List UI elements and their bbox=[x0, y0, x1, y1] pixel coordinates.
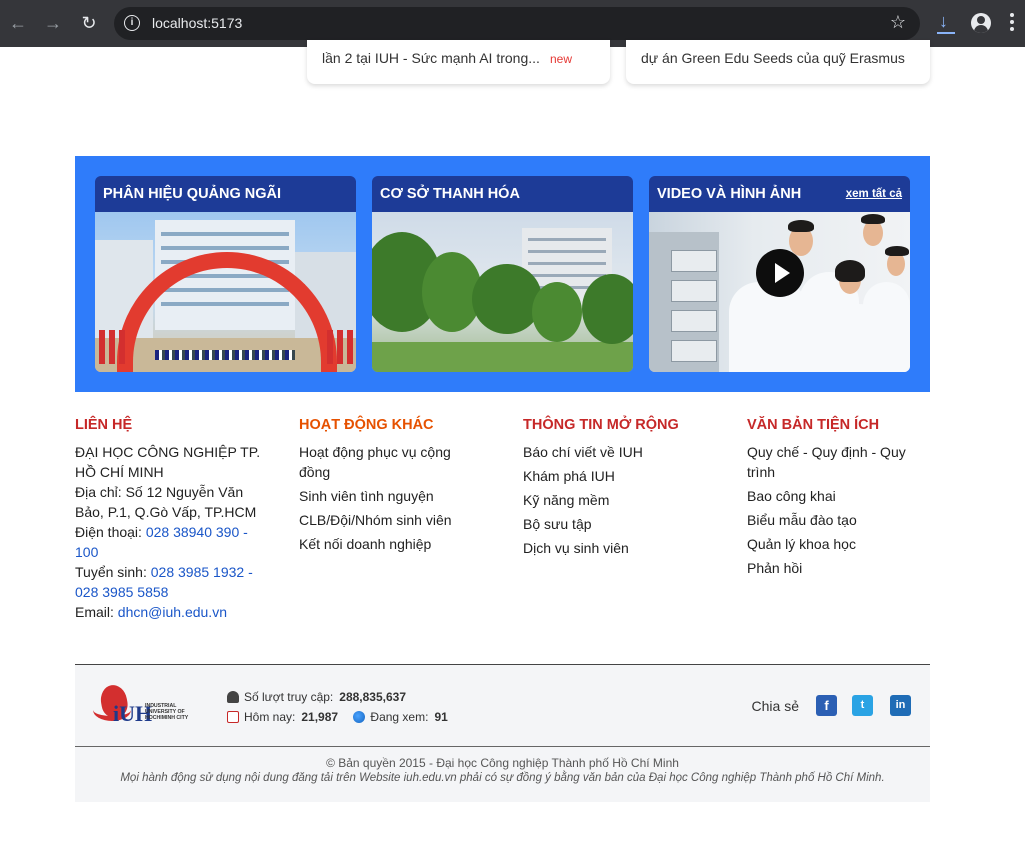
admission-phone-link[interactable]: 028 3985 1932 - bbox=[151, 564, 253, 580]
contact-line: ĐẠI HỌC CÔNG NGHIỆP TP. bbox=[75, 444, 261, 460]
footer-link[interactable]: Bao công khai bbox=[747, 486, 917, 506]
phone-line: Điện thoại: 028 38940 390 - bbox=[75, 522, 265, 542]
phone-line-cont: 100 bbox=[75, 542, 265, 562]
globe-icon bbox=[353, 711, 366, 723]
copyright-bar: © Bản quyền 2015 - Đại học Công nghiệp T… bbox=[75, 746, 930, 802]
news-card[interactable]: dự án Green Edu Seeds của quỹ Erasmus bbox=[626, 40, 930, 84]
copyright-text: © Bản quyền 2015 - Đại học Công nghiệp T… bbox=[326, 756, 679, 770]
online-count: 91 bbox=[434, 710, 448, 724]
footer-link[interactable]: Kỹ năng mềm bbox=[523, 490, 703, 510]
activities-heading: HOẠT ĐỘNG KHÁC bbox=[299, 417, 434, 433]
branch-quang-ngai-card[interactable]: PHÂN HIỆU QUẢNG NGÃI bbox=[95, 176, 356, 372]
card-header: PHÂN HIỆU QUẢNG NGÃI bbox=[95, 176, 356, 212]
footer-link[interactable]: Phản hồi bbox=[747, 558, 917, 578]
email-link[interactable]: dhcn@iuh.edu.vn bbox=[118, 604, 227, 620]
reload-icon[interactable]: ↻ bbox=[77, 11, 101, 35]
footer-link[interactable]: Báo chí viết về IUH bbox=[523, 442, 703, 462]
site-info-icon[interactable]: i bbox=[124, 15, 140, 31]
news-card[interactable]: lần 2 tại IUH - Sức mạnh AI trong... new bbox=[307, 40, 610, 84]
campus-thanh-hoa-card[interactable]: CƠ SỞ THANH HÓA bbox=[372, 176, 633, 372]
documents-heading: VĂN BẢN TIỆN ÍCH bbox=[747, 417, 880, 433]
card-header: VIDEO VÀ HÌNH ẢNH xem tất cả bbox=[649, 176, 910, 212]
video-and-images-card[interactable]: VIDEO VÀ HÌNH ẢNH xem tất cả bbox=[649, 176, 910, 372]
admission-line-cont: 028 3985 5858 bbox=[75, 582, 265, 602]
phone-link[interactable]: 028 38940 390 - bbox=[146, 524, 248, 540]
online-label: Đang xem: bbox=[370, 710, 429, 724]
phone-label: Điện thoại: bbox=[75, 524, 146, 540]
contact-heading: LIÊN HỆ bbox=[75, 417, 133, 433]
visitor-stats: Số lượt truy cập: 288,835,637 Hôm nay: 21,… bbox=[227, 687, 448, 727]
footer-link[interactable]: Biểu mẫu đào tạo bbox=[747, 510, 917, 530]
more-info-column: THÔNG TIN MỞ RỘNG Báo chí viết về IUH Kh… bbox=[523, 417, 703, 562]
logo-text: INDUSTRIAL UNIVERSITY OF HOCHIMINH CITY bbox=[145, 703, 189, 721]
card-title[interactable]: VIDEO VÀ HÌNH ẢNH bbox=[657, 186, 801, 202]
media-band: PHÂN HIỆU QUẢNG NGÃI CƠ SỞ THANH HÓA VID… bbox=[75, 156, 930, 392]
profile-avatar-icon[interactable] bbox=[971, 13, 991, 33]
admission-line: Tuyển sinh: 028 3985 1932 - bbox=[75, 562, 265, 582]
visits-label: Số lượt truy cập: bbox=[244, 690, 334, 704]
footer-link[interactable]: Quản lý khoa học bbox=[747, 534, 917, 554]
more-info-heading: THÔNG TIN MỞ RỘNG bbox=[523, 417, 679, 433]
admission-phone-link-2[interactable]: 028 3985 5858 bbox=[75, 584, 168, 600]
email-label: Email: bbox=[75, 604, 118, 620]
address-bar[interactable]: i localhost:5173 ☆ bbox=[114, 7, 920, 40]
news-title[interactable]: lần 2 tại IUH - Sức mạnh AI trong... bbox=[322, 50, 540, 66]
footer-link[interactable]: Sinh viên tình nguyện bbox=[299, 486, 469, 506]
card-header: CƠ SỞ THANH HÓA bbox=[372, 176, 633, 212]
visits-count: 288,835,637 bbox=[339, 690, 407, 704]
today-label: Hôm nay: bbox=[244, 710, 296, 724]
forward-icon[interactable]: → bbox=[41, 11, 65, 35]
footer-link[interactable]: Bộ sưu tập bbox=[523, 514, 703, 534]
admission-label: Tuyển sinh: bbox=[75, 564, 151, 580]
email-line: Email: dhcn@iuh.edu.vn bbox=[75, 602, 265, 622]
usage-notice: Mọi hành động sử dụng nội dung đăng tải … bbox=[120, 772, 885, 784]
bookmark-star-icon[interactable]: ☆ bbox=[890, 12, 906, 33]
iuh-logo[interactable]: iUH INDUSTRIAL UNIVERSITY OF HOCHIMINH C… bbox=[91, 682, 203, 731]
thanh-hoa-photo[interactable] bbox=[372, 212, 633, 372]
linkedin-icon[interactable]: in bbox=[890, 695, 911, 716]
contact-line: Bảo, P.1, Q.Gò Vấp, TP.HCM bbox=[75, 504, 257, 520]
footer-link[interactable]: Kết nối doanh nghiệp bbox=[299, 534, 469, 554]
new-badge: new bbox=[550, 52, 573, 66]
contact-line: HỒ CHÍ MINH bbox=[75, 464, 164, 480]
contact-line: Địa chỉ: Số 12 Nguyễn Văn bbox=[75, 484, 244, 500]
twitter-icon[interactable]: t bbox=[852, 695, 873, 716]
news-title[interactable]: dự án Green Edu Seeds của quỹ Erasmus bbox=[641, 50, 905, 66]
calendar-icon bbox=[227, 711, 239, 723]
footer-link[interactable]: Dịch vụ sinh viên bbox=[523, 538, 703, 558]
card-title[interactable]: PHÂN HIỆU QUẢNG NGÃI bbox=[103, 186, 281, 202]
footer-link[interactable]: Hoạt động phục vụ cộng đồng bbox=[299, 442, 469, 482]
contact-column: LIÊN HỆ ĐẠI HỌC CÔNG NGHIỆP TP. HỒ CHÍ M… bbox=[75, 417, 265, 622]
today-count: 21,987 bbox=[301, 710, 339, 724]
share-group: Chia sẻ f t in bbox=[752, 695, 911, 717]
footer-link[interactable]: Khám phá IUH bbox=[523, 466, 703, 486]
browser-menu-icon[interactable] bbox=[1010, 13, 1014, 34]
lab-video-thumbnail[interactable] bbox=[649, 212, 910, 372]
back-icon[interactable]: ← bbox=[6, 11, 30, 35]
share-label: Chia sẻ bbox=[751, 698, 799, 714]
documents-column: VĂN BẢN TIỆN ÍCH Quy chế - Quy định - Qu… bbox=[747, 417, 917, 582]
quang-ngai-photo[interactable] bbox=[95, 212, 356, 372]
facebook-icon[interactable]: f bbox=[816, 695, 837, 716]
activities-column: HOẠT ĐỘNG KHÁC Hoạt động phục vụ cộng đồ… bbox=[299, 417, 469, 558]
see-all-link[interactable]: xem tất cả bbox=[846, 188, 902, 200]
footer-link[interactable]: CLB/Đội/Nhóm sinh viên bbox=[299, 510, 469, 530]
users-icon bbox=[227, 691, 239, 703]
footer-bar: iUH INDUSTRIAL UNIVERSITY OF HOCHIMINH C… bbox=[75, 664, 930, 746]
card-title[interactable]: CƠ SỞ THANH HÓA bbox=[380, 186, 520, 202]
footer-link[interactable]: Quy chế - Quy định - Quy trình bbox=[747, 442, 917, 482]
play-video-icon[interactable] bbox=[756, 249, 804, 297]
url-text[interactable]: localhost:5173 bbox=[152, 15, 242, 31]
phone-link-ext[interactable]: 100 bbox=[75, 544, 98, 560]
download-icon[interactable]: ↓ bbox=[935, 11, 957, 37]
